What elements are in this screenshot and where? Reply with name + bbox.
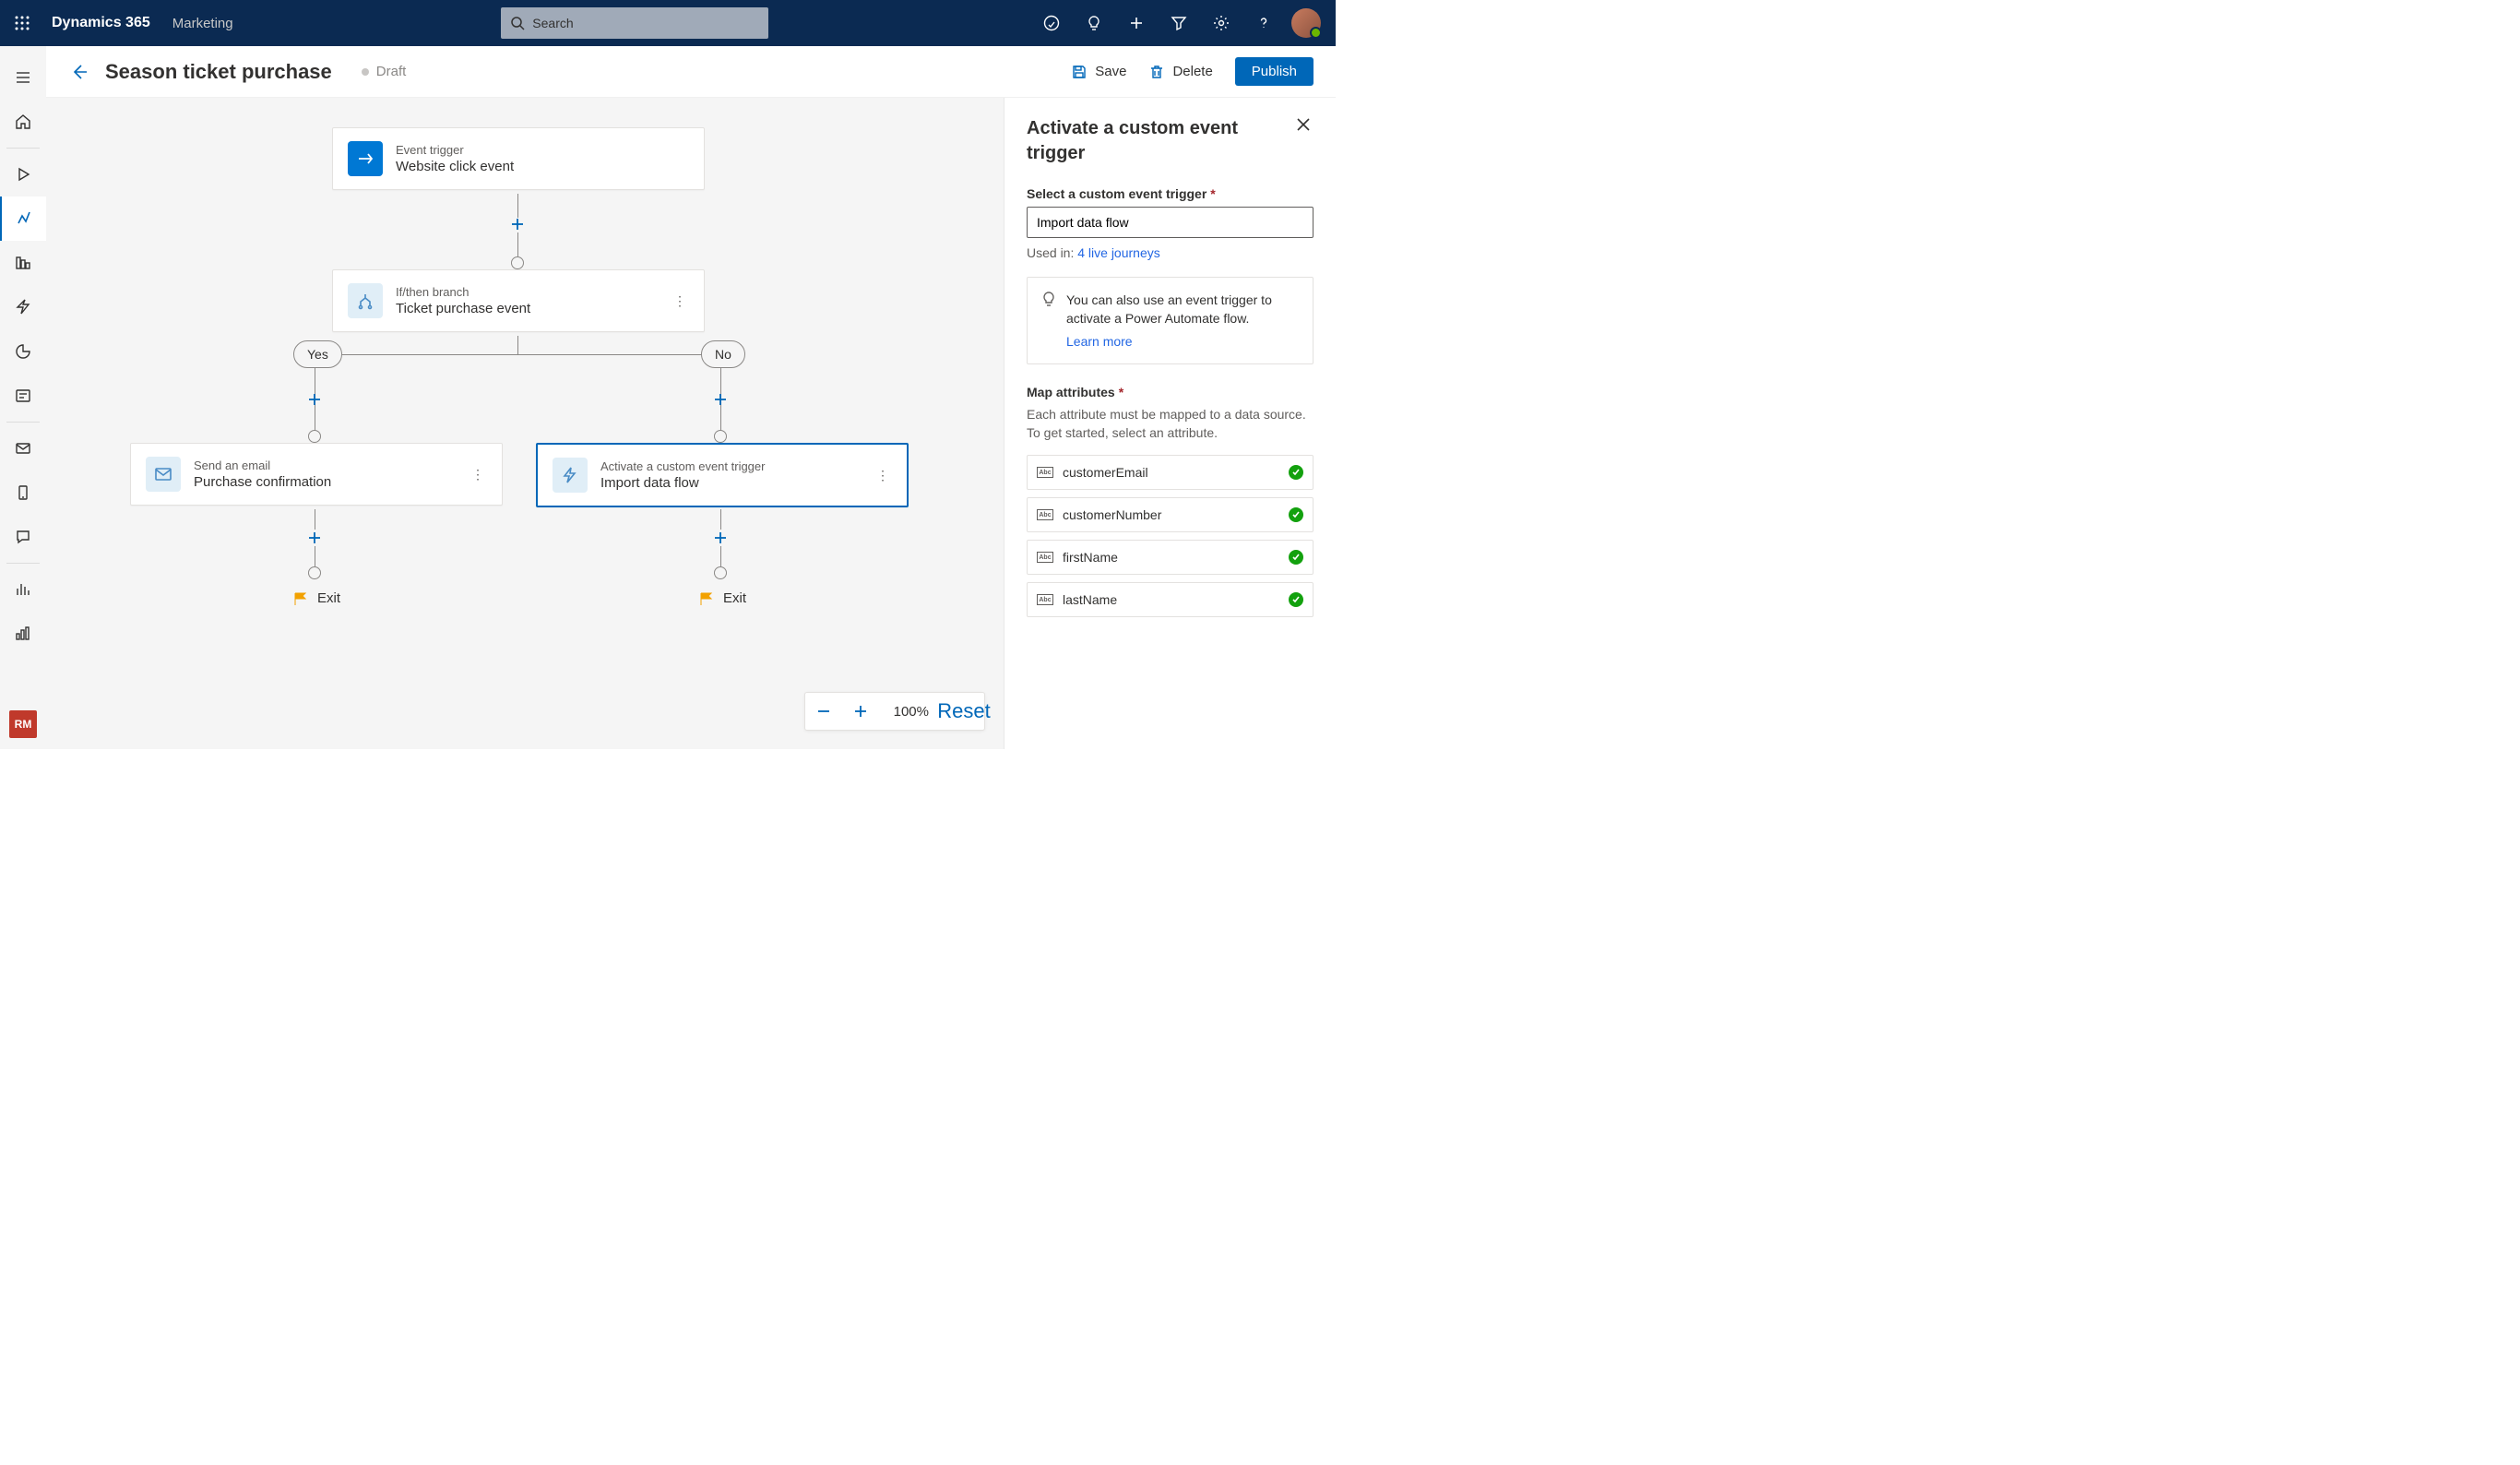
persona-badge[interactable]: RM: [9, 710, 37, 738]
trigger-icon: [348, 141, 383, 176]
check-icon: [1289, 592, 1303, 607]
brand-label: Dynamics 365: [52, 15, 150, 31]
node-email[interactable]: Send an email Purchase confirmation ⋮: [130, 443, 503, 506]
save-button[interactable]: Save: [1071, 64, 1126, 80]
map-attributes-helper: Each attribute must be mapped to a data …: [1027, 405, 1313, 443]
attribute-row[interactable]: Abc lastName: [1027, 582, 1313, 617]
nav-triggers[interactable]: [0, 285, 46, 329]
zoom-reset-button[interactable]: Reset: [945, 693, 982, 730]
nav-mobile[interactable]: [0, 470, 46, 515]
panel-title: Activate a custom event trigger: [1027, 116, 1295, 166]
node-title: Import data flow: [600, 475, 765, 491]
app-launcher-icon[interactable]: [7, 8, 37, 38]
nav-chat[interactable]: [0, 515, 46, 559]
global-search[interactable]: Search: [501, 7, 768, 39]
command-bar: Season ticket purchase Draft Save Delete…: [46, 46, 1336, 98]
page-title: Season ticket purchase: [105, 60, 332, 84]
lightbulb-icon[interactable]: [1079, 8, 1109, 38]
add-step-button[interactable]: [712, 530, 729, 546]
select-trigger-label: Select a custom event trigger*: [1027, 186, 1313, 201]
tip-box: You can also use an event trigger to act…: [1027, 277, 1313, 364]
text-type-icon: Abc: [1037, 594, 1053, 605]
nav-reports2[interactable]: [0, 612, 46, 656]
check-icon: [1289, 550, 1303, 565]
add-step-button[interactable]: [306, 391, 323, 408]
learn-more-link[interactable]: Learn more: [1066, 332, 1300, 351]
journey-canvas[interactable]: Event trigger Website click event If/the…: [46, 98, 1004, 749]
nav-forms[interactable]: [0, 374, 46, 418]
nav-hamburger[interactable]: [0, 55, 46, 100]
add-icon[interactable]: [1122, 8, 1151, 38]
assistant-icon[interactable]: [1037, 8, 1066, 38]
select-trigger-input[interactable]: [1027, 207, 1313, 238]
node-label: Send an email: [194, 459, 331, 472]
node-more-icon[interactable]: ⋮: [874, 468, 892, 483]
node-more-icon[interactable]: ⋮: [469, 467, 487, 482]
branch-no[interactable]: No: [701, 340, 745, 368]
back-button[interactable]: [68, 61, 90, 83]
attribute-row[interactable]: Abc customerEmail: [1027, 455, 1313, 490]
node-more-icon[interactable]: ⋮: [671, 293, 689, 309]
exit-marker: Exit: [699, 590, 746, 606]
top-bar: Dynamics 365 Marketing Search: [0, 0, 1336, 46]
used-in-link[interactable]: 4 live journeys: [1077, 245, 1160, 260]
nav-home[interactable]: [0, 100, 46, 144]
user-avatar[interactable]: [1291, 8, 1321, 38]
add-step-button[interactable]: [509, 216, 526, 232]
nav-analytics[interactable]: [0, 329, 46, 374]
attribute-row[interactable]: Abc firstName: [1027, 540, 1313, 575]
text-type-icon: Abc: [1037, 467, 1053, 478]
node-branch[interactable]: If/then branch Ticket purchase event ⋮: [332, 269, 705, 332]
used-in-text: Used in: 4 live journeys: [1027, 245, 1313, 260]
status-badge: Draft: [362, 64, 407, 79]
search-placeholder: Search: [532, 16, 573, 30]
node-label: Event trigger: [396, 143, 514, 157]
filter-icon[interactable]: [1164, 8, 1194, 38]
email-icon: [146, 457, 181, 492]
node-title: Ticket purchase event: [396, 301, 530, 316]
node-label: Activate a custom event trigger: [600, 459, 765, 473]
add-step-button[interactable]: [712, 391, 729, 408]
panel-close-button[interactable]: [1295, 116, 1313, 135]
check-icon: [1289, 465, 1303, 480]
text-type-icon: Abc: [1037, 509, 1053, 520]
branch-yes[interactable]: Yes: [293, 340, 342, 368]
nav-segments[interactable]: [0, 241, 46, 285]
add-step-button[interactable]: [306, 530, 323, 546]
exit-marker: Exit: [293, 590, 340, 606]
node-label: If/then branch: [396, 285, 530, 299]
map-attributes-label: Map attributes*: [1027, 385, 1313, 399]
text-type-icon: Abc: [1037, 552, 1053, 563]
breadcrumb[interactable]: Marketing: [172, 16, 233, 31]
left-nav: RM: [0, 46, 46, 749]
zoom-in-button[interactable]: [842, 693, 879, 730]
zoom-level: 100%: [879, 704, 944, 720]
branch-icon: [348, 283, 383, 318]
attribute-row[interactable]: Abc customerNumber: [1027, 497, 1313, 532]
node-custom-trigger[interactable]: Activate a custom event trigger Import d…: [536, 443, 909, 507]
zoom-out-button[interactable]: [805, 693, 842, 730]
properties-panel: Activate a custom event trigger Select a…: [1004, 98, 1336, 749]
nav-reports1[interactable]: [0, 567, 46, 612]
node-event-trigger[interactable]: Event trigger Website click event: [332, 127, 705, 190]
zoom-controls: 100% Reset: [804, 692, 985, 731]
lightning-icon: [553, 458, 588, 493]
nav-play[interactable]: [0, 152, 46, 197]
node-title: Purchase confirmation: [194, 474, 331, 490]
publish-button[interactable]: Publish: [1235, 57, 1313, 86]
nav-email[interactable]: [0, 426, 46, 470]
check-icon: [1289, 507, 1303, 522]
nav-journeys[interactable]: [0, 197, 46, 241]
settings-icon[interactable]: [1207, 8, 1236, 38]
delete-button[interactable]: Delete: [1148, 64, 1212, 80]
node-title: Website click event: [396, 159, 514, 174]
help-icon[interactable]: [1249, 8, 1278, 38]
